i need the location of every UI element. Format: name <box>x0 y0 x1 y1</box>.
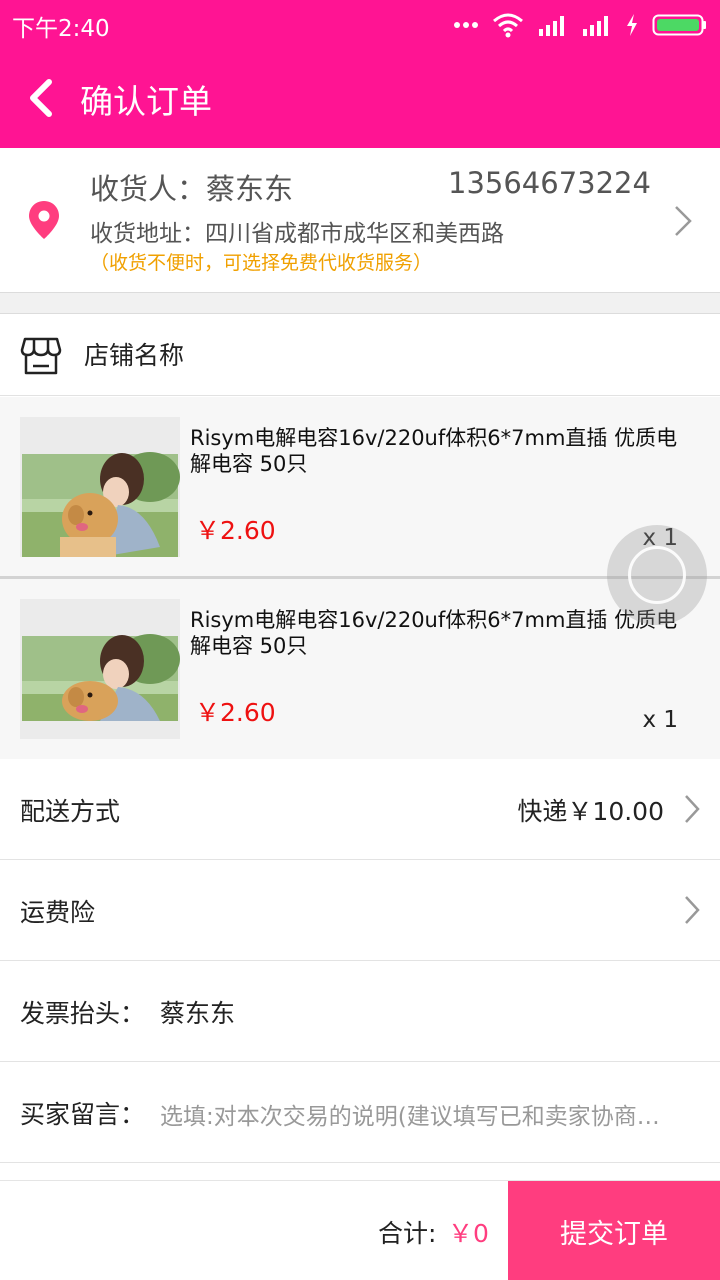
delivery-value: 快递￥10.00 <box>517 797 664 826</box>
shop-name: 店铺名称 <box>84 341 185 370</box>
product-image <box>20 417 180 557</box>
app-header: 确认订单 <box>0 48 720 148</box>
product-name: Risym电解电容16v/220uf体积6*7mm直插 优质电解电容 50只 <box>190 426 678 476</box>
store-icon <box>20 337 62 375</box>
chevron-right-icon <box>685 896 700 924</box>
message-input[interactable]: 选填:对本次交易的说明(建议填写已和卖家协商一致的内容) <box>160 1097 675 1131</box>
page-title: 确认订单 <box>80 82 212 121</box>
shipping-insurance-row[interactable]: 运费险 <box>0 860 720 961</box>
checkout-bar: 合计: ￥0 提交订单 <box>0 1180 720 1280</box>
product-quantity: x 1 <box>642 707 678 733</box>
recipient-name: 蔡东东 <box>206 172 294 206</box>
section-divider <box>0 293 720 314</box>
signal-icon <box>583 16 608 36</box>
chevron-left-icon[interactable] <box>24 78 60 118</box>
recipient-phone: 13564673224 <box>448 166 651 200</box>
address-card[interactable]: 收货人：蔡东东 13564673224 收货地址：四川省成都市成华区和美西路 （… <box>0 148 720 293</box>
product-price: ￥2.60 <box>195 516 276 545</box>
invoice-title-row[interactable]: 发票抬头： 蔡东东 <box>0 961 720 1062</box>
battery-icon <box>652 14 706 36</box>
assistive-ring-icon <box>628 546 686 604</box>
shop-header[interactable]: 店铺名称 <box>0 314 720 396</box>
address-text: 四川省成都市成华区和美西路 <box>205 221 504 247</box>
delivery-tip: （收货不便时，可选择免费代收货服务） <box>90 252 433 274</box>
status-bar: 下午2:40 <box>0 0 720 48</box>
insurance-label: 运费险 <box>20 898 96 927</box>
message-label: 买家留言： <box>20 1100 146 1129</box>
wifi-icon <box>493 13 523 38</box>
product-item[interactable]: Risym电解电容16v/220uf体积6*7mm直插 优质电解电容 50只 ￥… <box>0 397 720 577</box>
shipping-address: 收货地址：四川省成都市成华区和美西路 <box>90 214 504 248</box>
product-image <box>20 599 180 739</box>
product-item[interactable]: Risym电解电容16v/220uf体积6*7mm直插 优质电解电容 50只 ￥… <box>0 579 720 759</box>
delivery-label: 配送方式 <box>20 797 121 826</box>
recipient-label: 收货人： <box>90 172 207 206</box>
total-label: 合计: <box>378 1219 437 1248</box>
location-pin-icon <box>29 201 59 239</box>
total-amount: ￥0 <box>448 1219 489 1248</box>
more-dots-icon <box>454 22 478 28</box>
address-label: 收货地址： <box>90 221 205 247</box>
chevron-right-icon <box>675 206 692 236</box>
status-time: 下午2:40 <box>12 16 110 42</box>
product-price: ￥2.60 <box>195 698 276 727</box>
invoice-value: 蔡东东 <box>160 999 236 1028</box>
buyer-message-row: 买家留言： 选填:对本次交易的说明(建议填写已和卖家协商一致的内容) <box>0 1062 720 1163</box>
product-name: Risym电解电容16v/220uf体积6*7mm直插 优质电解电容 50只 <box>190 608 678 658</box>
chevron-right-icon <box>685 795 700 823</box>
delivery-method-row[interactable]: 配送方式 快递￥10.00 <box>0 759 720 860</box>
recipient: 收货人：蔡东东 <box>90 166 293 208</box>
signal-icon <box>539 16 564 36</box>
charging-icon <box>627 14 637 36</box>
floating-assistive-button[interactable] <box>607 525 707 625</box>
status-icons <box>454 12 708 38</box>
submit-order-button[interactable]: 提交订单 <box>508 1181 720 1280</box>
invoice-label: 发票抬头： <box>20 999 146 1028</box>
